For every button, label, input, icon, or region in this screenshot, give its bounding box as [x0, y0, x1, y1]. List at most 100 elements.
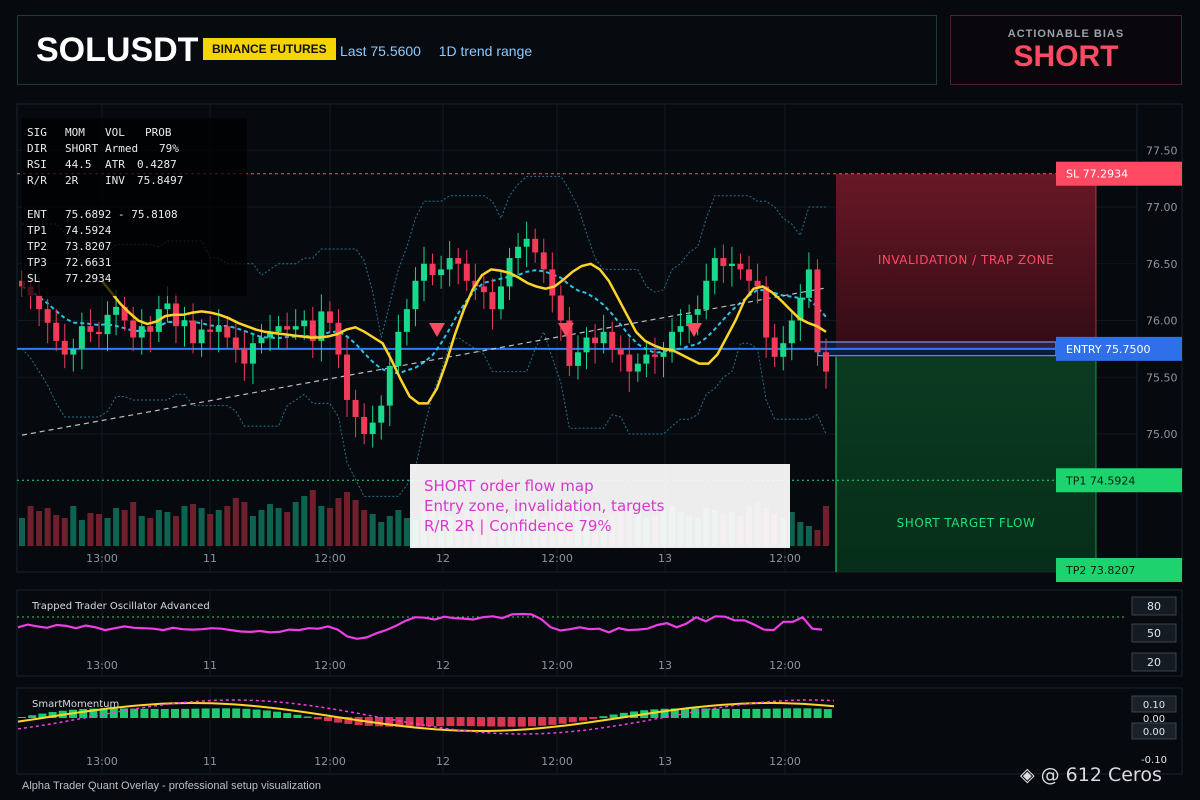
- osc-level-0: 80: [1147, 600, 1161, 613]
- momentum-bar: [171, 708, 179, 718]
- candle-body: [70, 348, 77, 355]
- momentum-bar: [507, 717, 516, 727]
- volume-bar: [284, 512, 291, 546]
- osc-line: [17, 612, 823, 640]
- candle-body: [438, 269, 445, 276]
- volume-bar: [215, 510, 222, 546]
- volume-bar: [292, 502, 299, 546]
- candle-body: [181, 320, 188, 327]
- momentum-bar: [497, 717, 506, 727]
- candle-body: [609, 331, 616, 349]
- entry-tag-text: ENTRY 75.7500: [1066, 343, 1151, 356]
- volume-bar: [797, 522, 804, 546]
- candle-body: [421, 263, 427, 281]
- candle-body: [198, 329, 205, 344]
- price-tick-1: 77.00: [1146, 201, 1178, 214]
- candle-body: [53, 322, 60, 341]
- candle-body: [489, 292, 496, 310]
- volume-bar: [241, 502, 248, 546]
- caption-line-1: SHORT order flow map: [424, 477, 594, 495]
- main-time-tick-5: 13: [658, 552, 672, 565]
- momentum-bar: [211, 708, 220, 718]
- candle-body: [224, 326, 231, 338]
- candle-body: [369, 422, 376, 434]
- candle-body: [532, 238, 539, 253]
- candle-body: [378, 405, 385, 423]
- candle-body: [634, 363, 641, 372]
- volume-bar: [805, 526, 812, 546]
- candle-body: [232, 337, 239, 349]
- osc-time-tick-6: 12:00: [769, 659, 801, 672]
- volume-bar: [403, 518, 410, 546]
- invalidation-label: INVALIDATION / TRAP ZONE: [878, 253, 1054, 267]
- stats-row-dir: DIR SHORT Armed 79%: [27, 142, 179, 155]
- momentum-pane: SmartMomentum 0.100.000.00-0.10: [17, 695, 1177, 766]
- candle-body: [780, 343, 787, 357]
- momentum-bar: [262, 710, 271, 718]
- candle-body: [412, 280, 419, 310]
- sl-tag-text: SL 77.2934: [1066, 168, 1128, 181]
- momentum-bar: [691, 708, 700, 718]
- volume-bar: [78, 520, 85, 546]
- footer-text: Alpha Trader Quant Overlay - professiona…: [22, 780, 321, 792]
- volume-bar: [113, 508, 120, 546]
- candle-body: [703, 280, 710, 310]
- momentum-bar: [528, 717, 536, 727]
- momentum-bar: [293, 714, 302, 718]
- volume-bar: [395, 510, 402, 546]
- volume-bar: [814, 530, 821, 546]
- volume-bar: [352, 500, 359, 546]
- mom-time-tick-4: 12:00: [541, 755, 573, 768]
- momentum-bar: [772, 708, 781, 718]
- volume-bar: [275, 508, 282, 546]
- volume-bar: [87, 513, 94, 546]
- candle-body: [574, 352, 581, 366]
- candle-body: [207, 329, 214, 332]
- caption-box: SHORT order flow map Entry zone, invalid…: [410, 464, 790, 548]
- momentum-bar: [803, 708, 812, 718]
- candle-body: [104, 314, 111, 335]
- momentum-bar: [201, 708, 210, 718]
- volume-bar: [301, 496, 308, 546]
- osc-level-2: 20: [1147, 656, 1161, 669]
- caption-line-2: Entry zone, invalidation, targets: [424, 497, 665, 515]
- volume-bar: [335, 498, 342, 546]
- momentum-bar: [456, 717, 465, 727]
- candle-body: [549, 269, 556, 296]
- candle-body: [788, 320, 795, 344]
- candle-body: [164, 303, 171, 310]
- volume-bar: [61, 518, 68, 546]
- candle-body: [78, 326, 85, 349]
- candle-body: [626, 354, 633, 372]
- candle-body: [643, 354, 650, 364]
- price-tick-4: 75.50: [1146, 371, 1178, 384]
- mom-pane-frame: [16, 687, 1183, 775]
- candle-body: [61, 340, 68, 355]
- osc-time-tick-2: 12:00: [314, 659, 346, 672]
- volume-bar: [19, 518, 25, 546]
- candle-body: [386, 365, 393, 406]
- candle-body: [249, 343, 256, 364]
- momentum-bar: [283, 713, 292, 718]
- candle-body: [258, 337, 265, 344]
- level-sl: SL 77.2934: [27, 272, 112, 285]
- candle-body: [823, 352, 829, 372]
- trend-line: [21, 287, 827, 436]
- candle-body: [694, 309, 701, 315]
- momentum-bar: [242, 708, 251, 718]
- momentum-bar: [752, 708, 761, 718]
- watermark-text: @ 612 Ceros: [1040, 764, 1162, 786]
- volume-bar: [378, 522, 385, 546]
- volume-bar: [267, 504, 274, 546]
- osc-time-tick-1: 11: [203, 659, 217, 672]
- candle-body: [284, 326, 291, 330]
- price-tick-2: 76.50: [1146, 258, 1178, 271]
- candle-body: [592, 337, 599, 344]
- candle-body: [660, 352, 667, 357]
- candle-body: [36, 295, 43, 310]
- candle-body: [711, 258, 718, 281]
- momentum-bar: [252, 709, 261, 718]
- volume-bar: [130, 502, 137, 546]
- volume-bar: [164, 512, 171, 546]
- momentum-bar: [303, 716, 312, 718]
